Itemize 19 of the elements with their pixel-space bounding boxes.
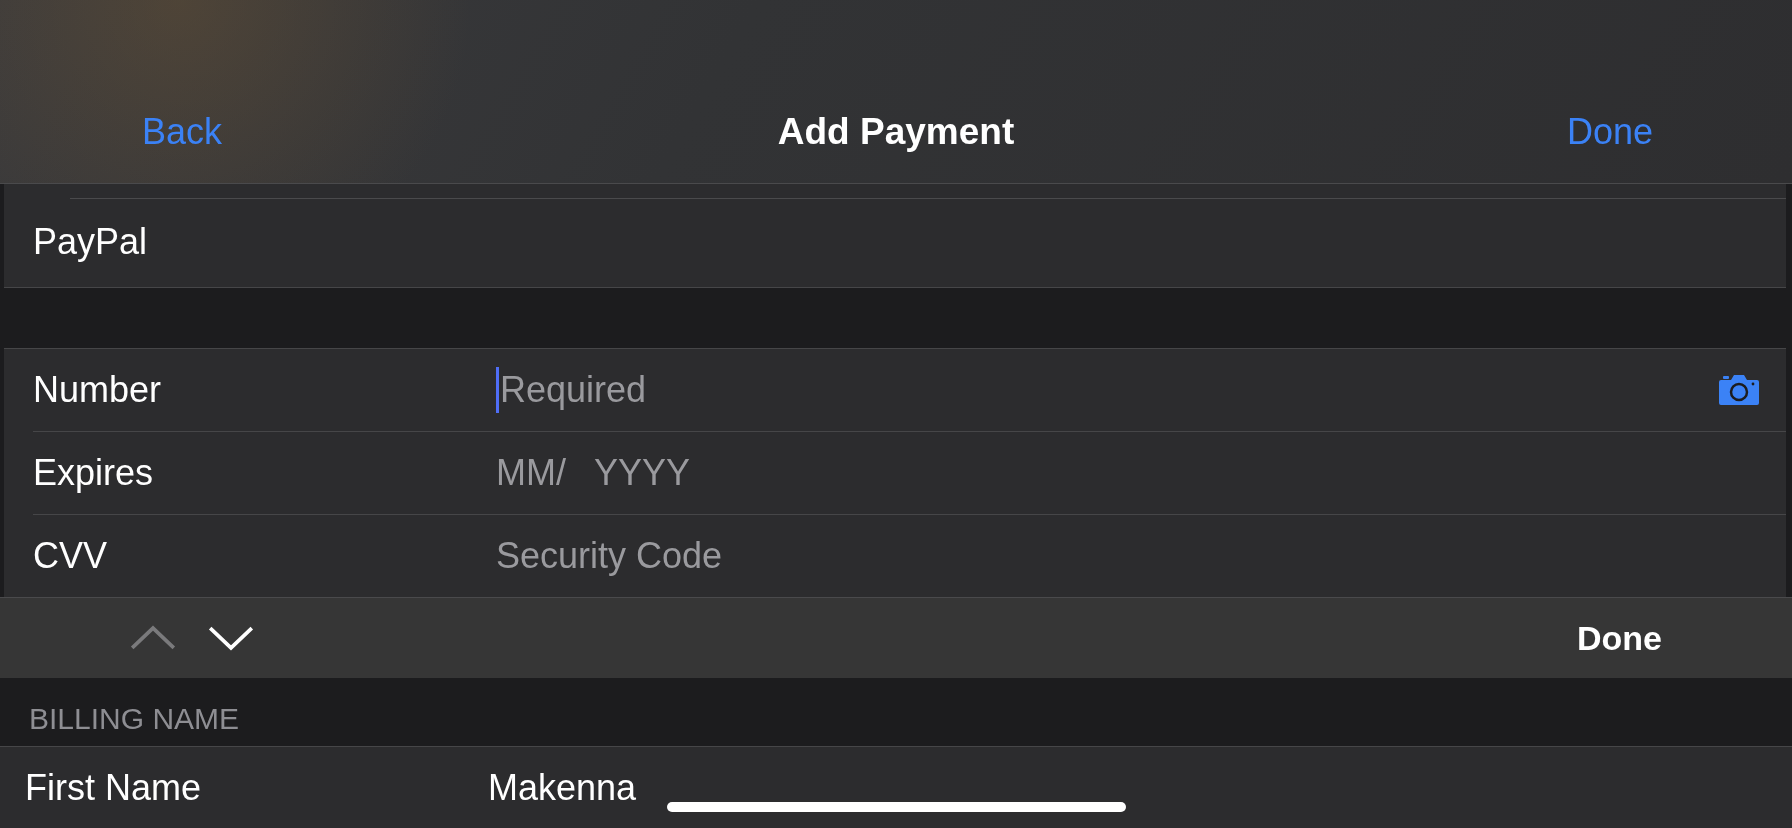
next-field-button[interactable]: [208, 625, 254, 651]
done-button[interactable]: Done: [1577, 618, 1662, 658]
year-field[interactable]: YYYY: [594, 452, 704, 494]
text-field[interactable]: Security Code: [496, 535, 1760, 577]
text-field[interactable]: Makenna: [488, 767, 1766, 809]
field-label: Number: [33, 369, 163, 411]
text-field[interactable]: Required: [500, 369, 1718, 411]
month-field[interactable]: MM/: [496, 452, 568, 494]
form-field[interactable]: CVV Security Code: [4, 515, 1786, 597]
screen-title: Add Payment: [777, 111, 1015, 153]
form-field[interactable]: Expires MM/ YYYY: [4, 432, 1786, 515]
section-header: BILLING NAME: [29, 702, 240, 736]
form-field[interactable]: Number Required: [4, 349, 1786, 432]
field-label: First Name: [25, 767, 202, 809]
camera-icon[interactable]: [1718, 374, 1760, 406]
field-label: CVV: [33, 535, 109, 577]
done-button[interactable]: Done: [1566, 111, 1654, 153]
form-field[interactable]: First Name Makenna: [0, 747, 1792, 828]
field-label: Expires: [33, 452, 155, 494]
